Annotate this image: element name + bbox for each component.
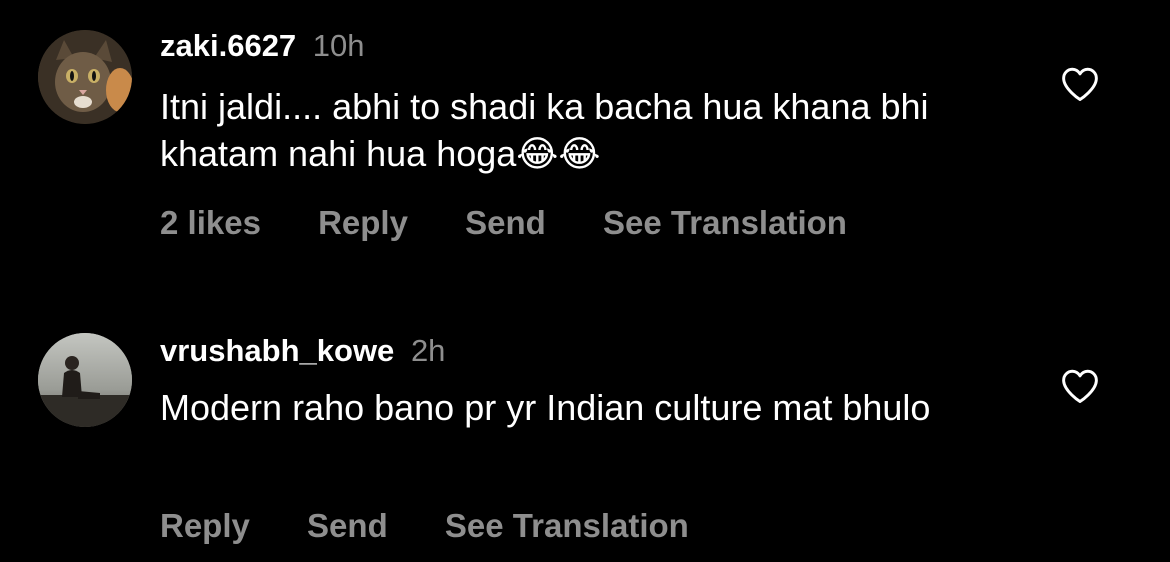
timestamp: 2h	[410, 333, 446, 368]
cat-avatar-icon	[38, 30, 132, 124]
see-translation-button[interactable]: See Translation	[445, 507, 689, 544]
comment-header: vrushabh_kowe 2h	[160, 333, 445, 369]
comment-item: zaki.6627 10h Itni jaldi.... abhi to sha…	[0, 0, 1170, 290]
likes-count[interactable]: 2 likes	[160, 204, 261, 241]
timestamp: 10h	[312, 28, 365, 63]
heart-icon[interactable]	[1060, 368, 1100, 404]
username[interactable]: vrushabh_kowe	[160, 333, 394, 368]
avatar[interactable]	[38, 333, 132, 427]
person-avatar-icon	[38, 333, 132, 427]
comment-actions: 2 likes Reply Send See Translation	[160, 203, 895, 243]
comment-item: vrushabh_kowe 2h Modern raho bano pr yr …	[0, 300, 1170, 562]
comment-text: Modern raho bano pr yr Indian culture ma…	[160, 387, 931, 428]
comment-header: zaki.6627 10h	[160, 28, 365, 64]
heart-icon[interactable]	[1060, 66, 1100, 102]
comment-text: Itni jaldi.... abhi to shadi ka bacha hu…	[160, 86, 929, 174]
avatar[interactable]	[38, 30, 132, 124]
username[interactable]: zaki.6627	[160, 28, 296, 63]
send-button[interactable]: Send	[307, 507, 388, 544]
see-translation-button[interactable]: See Translation	[603, 204, 847, 241]
send-button[interactable]: Send	[465, 204, 546, 241]
reply-button[interactable]: Reply	[318, 204, 408, 241]
reply-button[interactable]: Reply	[160, 507, 250, 544]
comment-actions: Reply Send See Translation	[160, 506, 737, 546]
